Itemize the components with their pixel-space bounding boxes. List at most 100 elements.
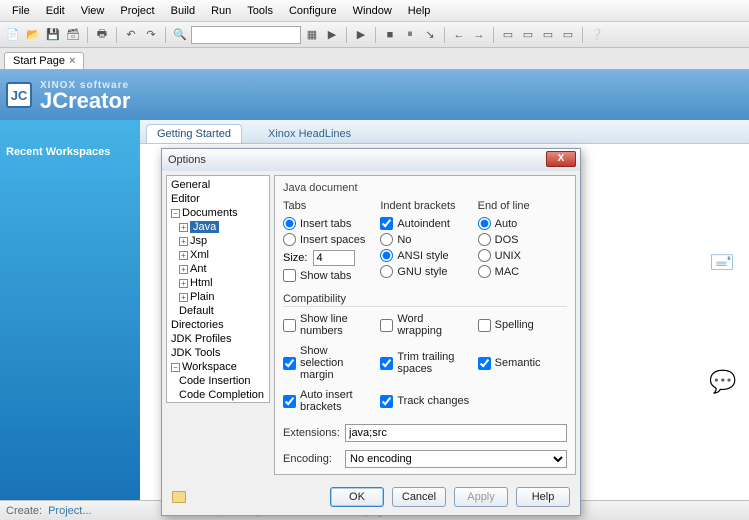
tree-html[interactable]: Html [190, 277, 213, 289]
print-icon[interactable]: 🖶 [93, 26, 111, 44]
folder-icon[interactable] [172, 491, 186, 503]
tree-jdk-profiles[interactable]: JDK Profiles [171, 333, 232, 345]
window2-icon[interactable]: ▭ [519, 26, 537, 44]
tab-getting-started[interactable]: Getting Started [146, 124, 242, 143]
chat-icon[interactable]: 💬 [709, 369, 737, 393]
eol-unix-radio[interactable] [478, 249, 491, 262]
eol-dos-radio[interactable] [478, 233, 491, 246]
menu-file[interactable]: File [4, 3, 38, 19]
tree-default[interactable]: Default [179, 305, 214, 317]
track-changes-check[interactable] [380, 395, 393, 408]
run-icon[interactable]: ▶ [323, 26, 341, 44]
new-icon[interactable]: 📄 [4, 26, 22, 44]
dialog-titlebar[interactable]: Options X [162, 149, 580, 171]
close-button[interactable]: X [546, 151, 576, 167]
eol-auto-radio[interactable] [478, 217, 491, 230]
menu-build[interactable]: Build [163, 3, 203, 19]
ok-button[interactable]: OK [330, 487, 384, 507]
cancel-button[interactable]: Cancel [392, 487, 446, 507]
logo-icon: JC [6, 82, 32, 108]
tab-size-field[interactable] [313, 250, 355, 266]
window4-icon[interactable]: ▭ [559, 26, 577, 44]
line-numbers-check[interactable] [283, 319, 296, 332]
collapse-icon[interactable]: − [171, 363, 180, 372]
tab-start-page[interactable]: Start Page × [4, 52, 84, 69]
new-project-link[interactable]: Project... [48, 505, 91, 517]
tree-documents[interactable]: Documents [182, 207, 238, 219]
indent-no-radio[interactable] [380, 233, 393, 246]
expand-icon[interactable]: + [179, 265, 188, 274]
banner: JC XINOX software JCreator [0, 70, 749, 120]
tree-directories[interactable]: Directories [171, 319, 224, 331]
tree-java[interactable]: Java [190, 221, 219, 233]
tree-ant[interactable]: Ant [190, 263, 207, 275]
collapse-icon[interactable]: − [171, 209, 180, 218]
compatibility-group: Compatibility Show line numbers Word wra… [283, 293, 567, 416]
build-icon[interactable]: ▦ [303, 26, 321, 44]
expand-icon[interactable]: + [179, 237, 188, 246]
menu-project[interactable]: Project [112, 3, 162, 19]
menu-help[interactable]: Help [400, 3, 439, 19]
menu-bar: File Edit View Project Build Run Tools C… [0, 0, 749, 22]
tree-editor[interactable]: Editor [171, 193, 200, 205]
close-icon[interactable]: × [69, 55, 75, 67]
nav-fwd-icon[interactable]: → [470, 26, 488, 44]
options-tree[interactable]: General Editor −Documents +Java +Jsp +Xm… [166, 175, 270, 403]
open-icon[interactable]: 📂 [24, 26, 42, 44]
step-icon[interactable]: ↘ [421, 26, 439, 44]
eol-mac-radio[interactable] [478, 265, 491, 278]
tree-jsp[interactable]: Jsp [190, 235, 207, 247]
menu-tools[interactable]: Tools [239, 3, 281, 19]
insert-spaces-radio[interactable] [283, 233, 296, 246]
word-wrap-check[interactable] [380, 319, 393, 332]
tree-xml[interactable]: Xml [190, 249, 209, 261]
stop-icon[interactable]: ■ [381, 26, 399, 44]
extensions-field[interactable] [345, 424, 567, 442]
trim-spaces-check[interactable] [380, 357, 393, 370]
debug-icon[interactable]: ▶ [352, 26, 370, 44]
sel-margin-check[interactable] [283, 357, 296, 370]
menu-run[interactable]: Run [203, 3, 239, 19]
expand-icon[interactable]: + [179, 251, 188, 260]
help-button[interactable]: Help [516, 487, 570, 507]
tree-general[interactable]: General [171, 179, 210, 191]
indent-gnu-radio[interactable] [380, 265, 393, 278]
menu-edit[interactable]: Edit [38, 3, 73, 19]
window3-icon[interactable]: ▭ [539, 26, 557, 44]
sidebar-title: Recent Workspaces [6, 146, 134, 158]
pause-icon[interactable]: ⏸ [401, 26, 419, 44]
undo-icon[interactable]: ↶ [122, 26, 140, 44]
tab-headlines[interactable]: Xinox HeadLines [258, 125, 361, 143]
auto-brackets-check[interactable] [283, 395, 296, 408]
nav-back-icon[interactable]: ← [450, 26, 468, 44]
redo-icon[interactable]: ↷ [142, 26, 160, 44]
save-all-icon[interactable]: 🗃 [64, 26, 82, 44]
config-combo[interactable] [191, 26, 301, 44]
expand-icon[interactable]: + [179, 223, 188, 232]
window1-icon[interactable]: ▭ [499, 26, 517, 44]
mail-icon[interactable]: 🖃 [709, 245, 737, 269]
tree-code-insertion[interactable]: Code Insertion [179, 375, 251, 387]
tree-jdk-tools[interactable]: JDK Tools [171, 347, 220, 359]
show-tabs-check[interactable] [283, 269, 296, 282]
options-panel: Java document Tabs Insert tabs Insert sp… [274, 175, 576, 475]
expand-icon[interactable]: + [179, 293, 188, 302]
autoindent-check[interactable] [380, 217, 393, 230]
tree-plain[interactable]: Plain [190, 291, 214, 303]
semantic-check[interactable] [478, 357, 491, 370]
tree-workspace[interactable]: Workspace [182, 361, 237, 373]
menu-view[interactable]: View [73, 3, 113, 19]
apply-button[interactable]: Apply [454, 487, 508, 507]
expand-icon[interactable]: + [179, 279, 188, 288]
menu-configure[interactable]: Configure [281, 3, 345, 19]
tree-code-completion[interactable]: Code Completion [179, 389, 264, 401]
spelling-check[interactable] [478, 319, 491, 332]
insert-tabs-radio[interactable] [283, 217, 296, 230]
indent-ansi-radio[interactable] [380, 249, 393, 262]
encoding-select[interactable]: No encoding [345, 450, 567, 468]
help-icon[interactable]: ❔ [588, 26, 606, 44]
tab-label: Start Page [13, 55, 65, 67]
save-icon[interactable]: 💾 [44, 26, 62, 44]
find-icon[interactable]: 🔍 [171, 26, 189, 44]
menu-window[interactable]: Window [345, 3, 400, 19]
